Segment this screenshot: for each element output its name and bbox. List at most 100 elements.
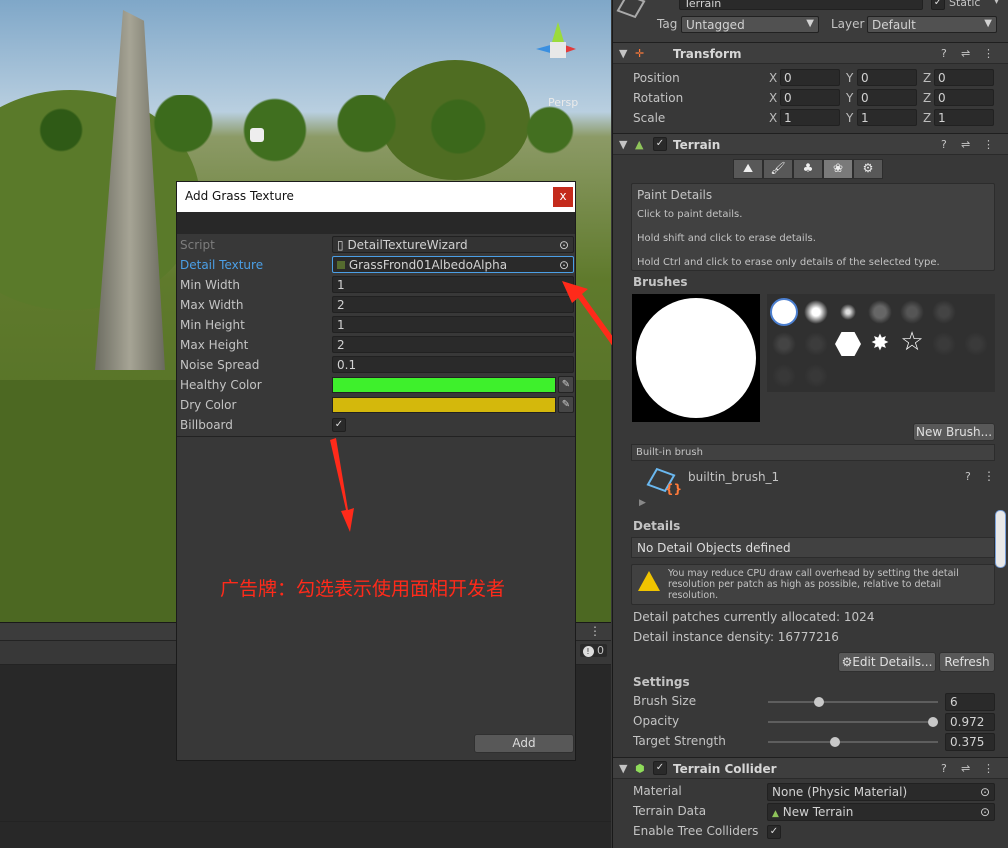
brush-thumb[interactable] — [802, 298, 830, 326]
refresh-button[interactable]: Refresh — [939, 652, 995, 672]
rotation-y-input[interactable]: 0 — [857, 89, 917, 106]
layer-dropdown[interactable]: Default ▼ — [867, 16, 997, 33]
scale-z-input[interactable]: 1 — [934, 109, 994, 126]
star-brush-icon[interactable]: ☆ — [898, 328, 926, 356]
brush-thumb[interactable] — [770, 330, 798, 358]
brush-thumb[interactable] — [802, 330, 830, 358]
material-value: None (Physic Material) — [772, 785, 908, 799]
more-options-icon[interactable]: ⋮ — [983, 469, 995, 483]
terrain-data-value: New Terrain — [782, 805, 854, 819]
object-picker-icon[interactable]: ⊙ — [980, 805, 990, 819]
target-strength-input[interactable]: 0.375 — [945, 733, 995, 751]
help-icon[interactable]: ? — [941, 138, 947, 151]
preset-icon[interactable]: ⇌ — [961, 762, 970, 775]
position-y-input[interactable]: 0 — [857, 69, 917, 86]
collider-icon: ⬢ — [635, 762, 645, 775]
opacity-slider[interactable] — [768, 721, 938, 723]
tag-dropdown[interactable]: Untagged ▼ — [681, 16, 819, 33]
opacity-slider-knob[interactable] — [928, 717, 939, 727]
target-strength-slider[interactable] — [768, 741, 938, 743]
position-z-input[interactable]: 0 — [934, 69, 994, 86]
brush-thumb[interactable] — [770, 362, 798, 390]
transform-title: Transform — [673, 47, 742, 61]
more-options-icon[interactable]: ⋮ — [983, 762, 994, 775]
layer-value: Default — [872, 18, 916, 32]
y-axis-label: Y — [846, 111, 854, 125]
brush-thumb[interactable] — [834, 298, 862, 326]
scale-label: Scale — [633, 111, 666, 125]
help-line: Click to paint details. — [637, 209, 743, 220]
help-icon[interactable]: ? — [941, 47, 947, 60]
brush-thumb-selected[interactable] — [770, 298, 798, 326]
edit-details-button[interactable]: ⚙Edit Details... — [838, 652, 936, 672]
static-dropdown-icon[interactable]: ▾ — [994, 0, 999, 7]
transform-body: Position X0 Y0 Z0 Rotation X0 Y0 Z0 Scal… — [613, 66, 1008, 128]
brush-thumb[interactable] — [962, 330, 990, 358]
scale-x-input[interactable]: 1 — [780, 109, 840, 126]
more-options-icon[interactable]: ⋮ — [983, 138, 994, 151]
down-arrow — [330, 438, 354, 532]
foldout-arrow-icon[interactable]: ▼ — [619, 762, 627, 775]
brush-size-slider-knob[interactable] — [814, 697, 825, 707]
opacity-label: Opacity — [633, 714, 680, 728]
new-brush-button[interactable]: New Brush... — [913, 423, 995, 441]
scale-row: Scale X1 Y1 Z1 — [613, 108, 1008, 128]
inspector-scrollbar[interactable] — [995, 510, 1006, 568]
terrain-data-field[interactable]: ▲ New Terrain ⊙ — [767, 803, 995, 821]
detail-list[interactable]: No Detail Objects defined — [631, 537, 995, 558]
target-strength-slider-knob[interactable] — [829, 737, 840, 747]
object-picker-icon[interactable]: ⊙ — [980, 785, 990, 799]
rotation-x-input[interactable]: 0 — [780, 89, 840, 106]
brush-thumb[interactable] — [930, 298, 958, 326]
edit-details-label: Edit Details... — [852, 655, 933, 669]
gameobject-icon — [616, 0, 646, 19]
foldout-arrow-icon[interactable]: ▶ — [639, 498, 646, 508]
tool-help-box: Paint Details Click to paint details. Ho… — [631, 183, 995, 271]
raise-terrain-tool-icon[interactable]: ⛰ — [733, 159, 763, 179]
z-axis-label: Z — [923, 91, 932, 105]
paint-details-tool-icon[interactable]: ❀ — [823, 159, 853, 179]
brush-size-slider[interactable] — [768, 701, 938, 703]
settings-label: Settings — [633, 675, 690, 689]
position-label: Position — [633, 71, 680, 85]
terrain-enabled-checkbox[interactable]: ✓ — [653, 137, 667, 151]
transform-header[interactable]: ▼ ✛ Transform ? ⇌ ⋮ — [613, 42, 1008, 64]
brush-thumb[interactable] — [866, 298, 894, 326]
more-options-icon[interactable]: ⋮ — [983, 47, 994, 60]
static-checkbox[interactable]: ✓ — [931, 0, 945, 10]
position-x-input[interactable]: 0 — [780, 69, 840, 86]
preset-icon[interactable]: ⇌ — [961, 138, 970, 151]
help-icon[interactable]: ? — [965, 470, 971, 483]
rotation-z-input[interactable]: 0 — [934, 89, 994, 106]
hexagon-brush-icon[interactable] — [835, 332, 861, 356]
terrain-icon: ▲ — [635, 138, 644, 151]
collider-enabled-checkbox[interactable]: ✓ — [653, 761, 667, 775]
paint-texture-tool-icon[interactable]: 🖌 — [763, 159, 793, 179]
enable-tree-colliders-checkbox[interactable]: ✓ — [767, 825, 781, 839]
enable-tree-colliders-row: Enable Tree Colliders ✓ — [613, 822, 1008, 842]
brush-thumb[interactable] — [930, 330, 958, 358]
brush-name: builtin_brush_1 — [688, 470, 780, 484]
foldout-arrow-icon[interactable]: ▼ — [619, 47, 627, 60]
help-icon[interactable]: ? — [941, 762, 947, 775]
burst-brush-icon[interactable]: ✸ — [866, 330, 894, 358]
brush-thumb[interactable] — [898, 298, 926, 326]
object-name-field[interactable]: Terrain — [679, 0, 923, 10]
help-line: Hold shift and click to erase details. — [637, 233, 816, 244]
opacity-row: Opacity 0.972 — [613, 712, 1008, 732]
material-field[interactable]: None (Physic Material) ⊙ — [767, 783, 995, 801]
paint-trees-tool-icon[interactable]: ♣ — [793, 159, 823, 179]
brush-size-input[interactable]: 6 — [945, 693, 995, 711]
terrain-collider-header[interactable]: ▼ ⬢ ✓ Terrain Collider ? ⇌ ⋮ — [613, 757, 1008, 779]
foldout-arrow-icon[interactable]: ▼ — [619, 138, 627, 151]
enable-tree-colliders-label: Enable Tree Colliders — [633, 824, 759, 838]
scale-y-input[interactable]: 1 — [857, 109, 917, 126]
opacity-input[interactable]: 0.972 — [945, 713, 995, 731]
y-axis-label: Y — [846, 91, 854, 105]
terrain-header[interactable]: ▼ ▲ ✓ Terrain ? ⇌ ⋮ — [613, 133, 1008, 155]
preset-icon[interactable]: ⇌ — [961, 47, 970, 60]
target-strength-row: Target Strength 0.375 — [613, 732, 1008, 752]
x-axis-label: X — [769, 91, 778, 105]
brush-thumb[interactable] — [802, 362, 830, 390]
terrain-settings-tool-icon[interactable]: ⚙ — [853, 159, 883, 179]
